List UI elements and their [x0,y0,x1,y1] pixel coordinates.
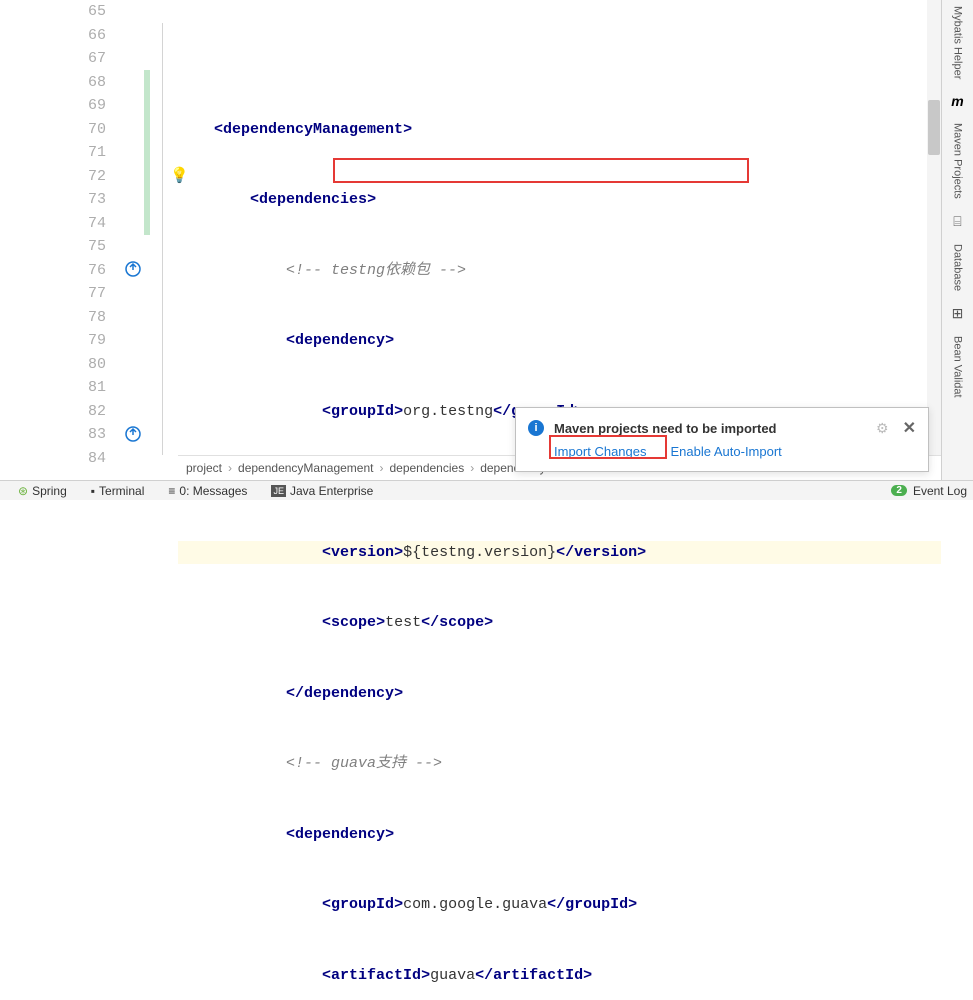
breadcrumb-item[interactable]: dependencies [389,461,464,475]
line-number: 83 [0,423,106,447]
chevron-right-icon: › [228,461,232,475]
gutter: 65 66 67 68 69 70 71 72 73 74 75 76 77 7… [0,0,178,455]
line-number: 71 [0,141,106,165]
terminal-icon: ▪ [91,484,95,498]
line-number: 69 [0,94,106,118]
fold-bar [156,0,169,455]
right-tab-bean-validation[interactable]: Bean Validat [950,332,966,402]
line-number: 68 [0,71,106,95]
bottom-tab-messages[interactable]: ≡ 0: Messages [156,484,259,498]
line-number: 67 [0,47,106,71]
line-number: 76 [0,259,106,283]
close-icon[interactable]: ✕ [903,418,916,438]
code-line-current: <version>${testng.version}</version> [178,541,941,565]
code-line: <groupId>com.google.guava</groupId> [178,893,941,917]
code-line: <!-- testng依赖包 --> [178,259,941,283]
messages-icon: ≡ [168,484,175,498]
maven-import-notification: i Maven projects need to be imported ⚙ ✕… [515,407,929,472]
chevron-right-icon: › [379,461,383,475]
je-icon: JE [271,485,286,497]
right-tab-maven[interactable]: Maven Projects [950,119,966,203]
enable-auto-import-link[interactable]: Enable Auto-Import [671,444,782,459]
line-number: 77 [0,282,106,306]
breadcrumb-item[interactable]: project [186,461,222,475]
line-number: 65 [0,0,106,24]
scrollbar-thumb[interactable] [928,100,940,155]
vertical-scrollbar[interactable] [927,0,941,455]
line-number: 72 [0,165,106,189]
notification-links: Import Changes Enable Auto-Import [554,444,916,459]
code-line: <artifactId>guava</artifactId> [178,964,941,988]
bookmark-icon[interactable] [124,425,142,443]
info-icon: i [528,420,544,436]
code-line: </dependency> [178,682,941,706]
bottom-tab-terminal[interactable]: ▪ Terminal [79,484,157,498]
gutter-marks: 💡 [128,0,178,455]
line-number: 84 [0,447,106,471]
bottom-tab-java-enterprise[interactable]: JE Java Enterprise [259,484,385,498]
spring-icon: ⊛ [18,484,28,498]
line-number: 66 [0,24,106,48]
bottom-tab-spring[interactable]: ⊛ Spring [6,484,79,498]
gear-icon[interactable]: ⚙ [876,420,889,437]
database-icon[interactable]: ⌸ [953,211,961,232]
code-line: <dependency> [178,823,941,847]
code-content[interactable]: <dependencyManagement> <dependencies> <!… [178,0,941,455]
event-log-link[interactable]: Event Log [913,484,967,498]
line-number: 70 [0,118,106,142]
code-line [178,47,941,71]
line-number: 82 [0,400,106,424]
code-line: <dependencies> [178,188,941,212]
import-changes-link[interactable]: Import Changes [554,444,647,459]
right-tool-panel: Mybatis Helper m Maven Projects ⌸ Databa… [941,0,973,480]
code-line: <dependencyManagement> [178,118,941,142]
code-line: <!-- guava支持 --> [178,752,941,776]
line-number: 79 [0,329,106,353]
line-number: 74 [0,212,106,236]
code-line: <dependency> [178,329,941,353]
chevron-right-icon: › [470,461,474,475]
annotation-highlight-box [333,158,749,183]
notification-header: i Maven projects need to be imported ⚙ ✕ [528,418,916,438]
line-number: 81 [0,376,106,400]
editor-area: 65 66 67 68 69 70 71 72 73 74 75 76 77 7… [0,0,941,455]
breadcrumb-item[interactable]: dependencyManagement [238,461,373,475]
notification-title: Maven projects need to be imported [554,421,777,436]
bean-icon[interactable]: ⊞ [952,303,964,324]
maven-icon[interactable]: m [951,91,963,111]
code-line: <scope>test</scope> [178,611,941,635]
line-number: 78 [0,306,106,330]
bottom-tool-bar: ⊛ Spring ▪ Terminal ≡ 0: Messages JE Jav… [0,480,973,500]
line-number: 80 [0,353,106,377]
vcs-change-marker [144,70,150,235]
bookmark-icon[interactable] [124,260,142,278]
event-count-badge: 2 [891,485,907,496]
right-tab-database[interactable]: Database [950,240,966,295]
bottom-right: 2 Event Log [891,484,967,498]
line-number: 73 [0,188,106,212]
line-number: 75 [0,235,106,259]
line-numbers: 65 66 67 68 69 70 71 72 73 74 75 76 77 7… [0,0,128,455]
right-tab-mybatis[interactable]: Mybatis Helper [950,2,966,83]
